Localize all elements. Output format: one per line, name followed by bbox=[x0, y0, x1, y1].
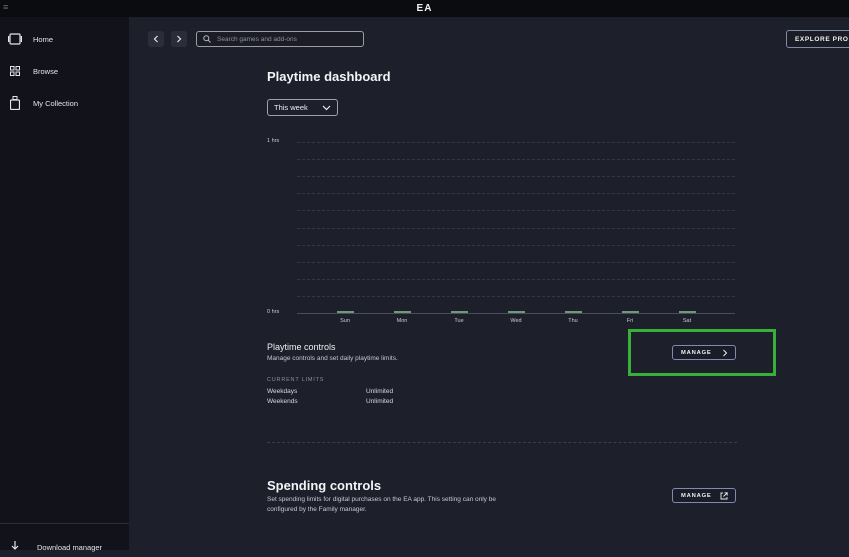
back-button[interactable] bbox=[148, 31, 164, 47]
chart-gridline bbox=[297, 261, 735, 263]
chart-bar-sun bbox=[337, 311, 354, 313]
chart-bar-wed bbox=[508, 311, 525, 313]
x-tick-label: Mon bbox=[396, 318, 408, 324]
limit-row-weekends: Weekends Unlimited bbox=[267, 398, 417, 405]
manage-spending-button[interactable]: MANAGE bbox=[672, 488, 736, 503]
chart-bar-tue bbox=[451, 311, 468, 313]
chevron-left-icon bbox=[153, 35, 158, 43]
sidebar: Home Browse My Collection Download manag… bbox=[0, 17, 129, 552]
window-menu-icon[interactable]: ≡ bbox=[3, 2, 8, 12]
chart-gridline bbox=[297, 244, 735, 246]
chart-gridline bbox=[297, 227, 735, 229]
playtime-controls-description: Manage controls and set daily playtime l… bbox=[267, 355, 398, 362]
limit-value: Unlimited bbox=[366, 388, 394, 395]
chart-gridline bbox=[297, 142, 735, 143]
sidebar-item-label: Home bbox=[33, 34, 54, 44]
chevron-down-icon bbox=[322, 105, 331, 111]
x-tick-label: Tue bbox=[454, 318, 464, 324]
search-input[interactable] bbox=[217, 35, 357, 43]
limit-value: Unlimited bbox=[366, 398, 394, 405]
x-tick-label: Fri bbox=[626, 318, 634, 324]
manage-playtime-button[interactable]: MANAGE bbox=[672, 345, 736, 360]
x-tick-label: Wed bbox=[510, 318, 522, 324]
chart-bar-mon bbox=[394, 311, 411, 313]
forward-button[interactable] bbox=[171, 31, 187, 47]
chart-gridline bbox=[297, 210, 735, 212]
current-limits-heading: CURRENT LIMITS bbox=[267, 377, 325, 383]
chart-baseline bbox=[297, 313, 735, 314]
x-tick-label: Sat bbox=[682, 318, 692, 324]
sidebar-item-browse[interactable]: Browse bbox=[0, 58, 129, 84]
chart-bar-sat bbox=[679, 311, 696, 313]
chart-gridline bbox=[297, 176, 735, 178]
limit-label: Weekdays bbox=[267, 388, 298, 395]
playtime-controls-title: Playtime controls bbox=[267, 342, 336, 352]
main-content: Playtime dashboard This week 1 hrs 0 hrs S… bbox=[129, 59, 849, 550]
spending-controls-title: Spending controls bbox=[267, 478, 382, 493]
explore-pro-button[interactable]: EXPLORE PRO bbox=[786, 30, 849, 48]
manage-playtime-label: MANAGE bbox=[681, 349, 712, 356]
section-divider bbox=[267, 442, 737, 443]
sidebar-item-label: My Collection bbox=[33, 98, 79, 108]
chart-gridline bbox=[297, 295, 735, 297]
spending-description-line: Set spending limits for digital purchase… bbox=[267, 496, 496, 503]
title-bar: ≡ EA bbox=[0, 0, 849, 17]
manage-spending-label: MANAGE bbox=[681, 492, 712, 499]
y-tick-label: 0 hrs bbox=[267, 309, 280, 315]
playtime-chart: 1 hrs 0 hrs Sun Mon Tue Wed Thu Fri Sat bbox=[267, 135, 737, 333]
top-bar: EXPLORE PRO bbox=[129, 17, 849, 59]
chevron-right-icon bbox=[722, 349, 728, 357]
time-range-dropdown[interactable]: This week bbox=[267, 99, 338, 116]
sidebar-item-home[interactable]: Home bbox=[0, 26, 129, 52]
collection-icon bbox=[8, 96, 22, 110]
sidebar-item-label: Browse bbox=[33, 66, 59, 76]
limit-row-weekdays: Weekdays Unlimited bbox=[267, 388, 417, 395]
sidebar-divider bbox=[0, 523, 129, 524]
x-tick-label: Sun bbox=[340, 318, 350, 324]
chart-bar-fri bbox=[622, 311, 639, 313]
page-title: Playtime dashboard bbox=[267, 69, 391, 84]
search-icon bbox=[203, 35, 211, 43]
chart-gridline bbox=[297, 159, 735, 161]
download-manager-label: Download manager bbox=[37, 542, 103, 552]
limit-label: Weekends bbox=[267, 398, 298, 405]
external-link-icon bbox=[720, 492, 728, 500]
home-icon bbox=[8, 32, 22, 46]
download-manager-button[interactable]: Download manager bbox=[0, 537, 129, 557]
spending-description-line: configured by the Family manager. bbox=[267, 506, 367, 513]
y-tick-label: 1 hrs bbox=[267, 138, 280, 144]
x-tick-label: Thu bbox=[568, 318, 578, 324]
app-brand: EA bbox=[416, 3, 433, 14]
search-box[interactable] bbox=[196, 31, 364, 47]
time-range-value: This week bbox=[274, 103, 308, 112]
spending-controls-description: Set spending limits for digital purchase… bbox=[267, 495, 567, 515]
grid-icon bbox=[8, 64, 22, 78]
chevron-right-icon bbox=[177, 35, 182, 43]
chart-bar-thu bbox=[565, 311, 582, 313]
chart-gridline bbox=[297, 193, 735, 195]
download-icon bbox=[10, 538, 20, 556]
sidebar-item-my-collection[interactable]: My Collection bbox=[0, 90, 129, 116]
chart-gridline bbox=[297, 278, 735, 280]
